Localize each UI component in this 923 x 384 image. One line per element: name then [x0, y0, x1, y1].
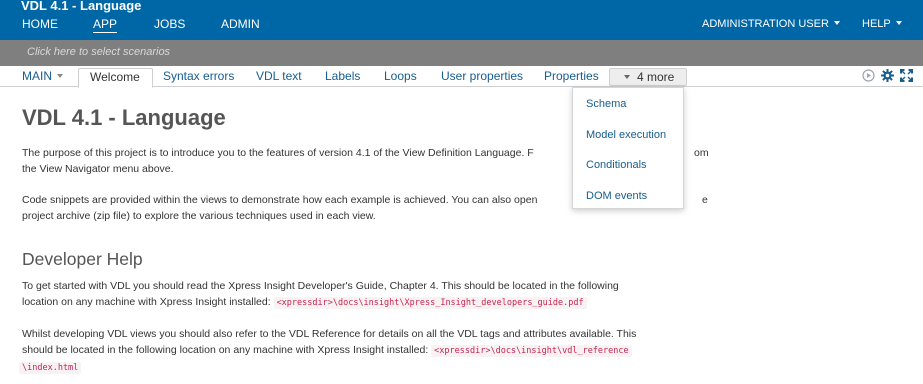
nav-app[interactable]: APP [93, 17, 118, 33]
page-title: VDL 4.1 - Language [22, 105, 226, 130]
scenario-bar: Click here to select scenarios [0, 40, 923, 66]
vdl-reference-path-part1: <xpressdir>\docs\insight\vdl_reference [431, 345, 632, 357]
dev-help-2-text-line2: should be located in the following locat… [22, 344, 429, 356]
help-menu[interactable]: HELP [862, 18, 902, 30]
dev-help-paragraph-1: To get started with VDL you should read … [22, 278, 712, 311]
dropdown-item-model-execution[interactable]: Model execution [586, 129, 666, 141]
user-menu[interactable]: ADMINISTRATION USER [702, 18, 840, 30]
more-tabs-dropdown: Schema Model execution Conditionals DOM … [572, 87, 684, 209]
tab-labels[interactable]: Labels [325, 69, 360, 83]
intro-text-line1: The purpose of this project is to introd… [22, 147, 534, 159]
tab-loops[interactable]: Loops [384, 69, 417, 83]
view-tools [862, 69, 913, 82]
tab-more-label: 4 more [637, 70, 675, 84]
nav-jobs[interactable]: JOBS [154, 17, 185, 31]
dev-help-text-line2: location on any machine with Xpress Insi… [22, 296, 271, 308]
snippets-text-line1-end: e [702, 194, 708, 206]
tab-welcome[interactable]: Welcome [78, 68, 153, 88]
snippets-text-line1: Code snippets are provided within the vi… [22, 194, 538, 206]
user-menu-label: ADMINISTRATION USER [702, 18, 829, 30]
tab-more-button[interactable]: 4 more [609, 68, 688, 86]
chevron-down-icon [895, 21, 902, 26]
chevron-down-icon [833, 21, 840, 26]
chevron-down-icon [57, 73, 63, 78]
top-navigation-bar: VDL 4.1 - Language HOME APP JOBS ADMIN A… [0, 0, 923, 40]
dropdown-item-conditionals[interactable]: Conditionals [586, 159, 647, 171]
nav-admin[interactable]: ADMIN [221, 17, 260, 31]
tab-properties[interactable]: Properties [544, 69, 599, 83]
fullscreen-icon[interactable] [900, 69, 913, 82]
select-scenarios-link[interactable]: Click here to select scenarios [27, 46, 170, 58]
tab-main-menu[interactable]: MAIN [22, 69, 63, 83]
view-tab-bar: MAIN Welcome Syntax errors VDL text Labe… [0, 66, 923, 88]
vdl-reference-path-part2: \index.html [19, 362, 82, 374]
dropdown-item-schema[interactable]: Schema [586, 98, 626, 110]
tab-vdl-text[interactable]: VDL text [256, 69, 302, 83]
dev-help-2-text-line1: Whilst developing VDL views you should a… [22, 328, 637, 340]
dropdown-item-dom-events[interactable]: DOM events [586, 190, 647, 202]
intro-text-line1-end: om [694, 147, 709, 159]
snippets-text-line2: project archive (zip file) to explore th… [22, 210, 376, 222]
chevron-down-icon [624, 74, 630, 79]
dev-help-paragraph-2: Whilst developing VDL views you should a… [19, 326, 712, 376]
dev-help-text-line1: To get started with VDL you should read … [22, 280, 619, 292]
gear-icon[interactable] [881, 69, 894, 82]
developer-help-heading: Developer Help [22, 249, 143, 269]
play-circle-icon[interactable] [862, 69, 875, 82]
tab-main-label: MAIN [22, 69, 52, 83]
developers-guide-path: <xpressdir>\docs\insight\Xpress_Insight_… [273, 297, 587, 309]
help-menu-label: HELP [862, 18, 891, 30]
tab-syntax-errors[interactable]: Syntax errors [163, 69, 234, 83]
app-title: VDL 4.1 - Language [21, 0, 142, 13]
tab-user-properties[interactable]: User properties [441, 69, 523, 83]
nav-home[interactable]: HOME [22, 17, 58, 31]
